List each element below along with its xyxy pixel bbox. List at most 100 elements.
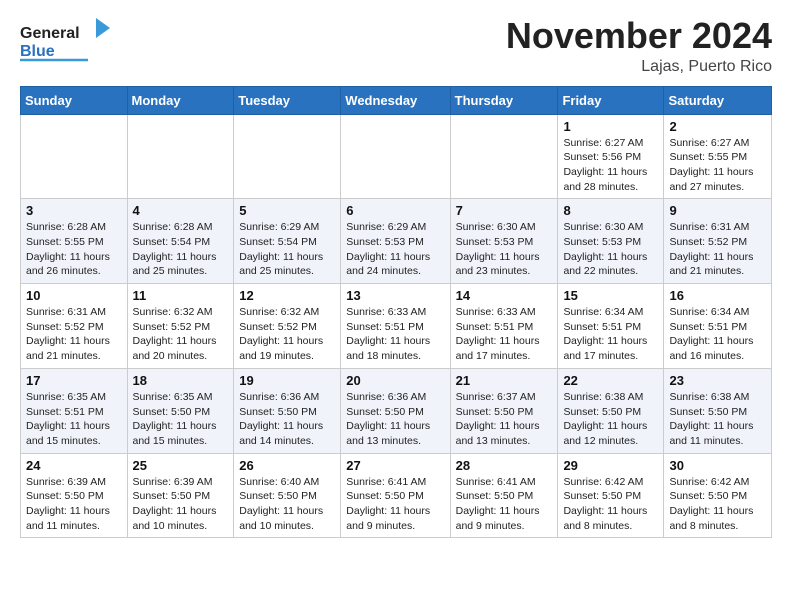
calendar-week-row: 17Sunrise: 6:35 AMSunset: 5:51 PMDayligh… [21,368,772,453]
calendar-cell: 19 Sunrise: 6:36 AMSunset: 5:50 PMDayligh… [234,368,341,453]
header: General Blue November 2024 Lajas, Puerto… [20,16,772,76]
day-info: Sunrise: 6:39 AMSunset: 5:50 PMDaylight:… [133,475,229,534]
calendar-cell: 25 Sunrise: 6:39 AMSunset: 5:50 PMDayligh… [127,453,234,538]
page: General Blue November 2024 Lajas, Puerto… [0,0,792,554]
day-info: Sunrise: 6:40 AMSunset: 5:50 PMDaylight:… [239,475,335,534]
day-info: Sunrise: 6:39 AMSunset: 5:50 PMDaylight:… [26,475,122,534]
calendar-cell: 17Sunrise: 6:35 AMSunset: 5:51 PMDayligh… [21,368,128,453]
day-number: 27 [346,458,444,473]
day-info: Sunrise: 6:42 AMSunset: 5:50 PMDaylight:… [669,475,766,534]
day-number: 30 [669,458,766,473]
day-info: Sunrise: 6:29 AMSunset: 5:54 PMDaylight:… [239,220,335,279]
day-info: Sunrise: 6:32 AMSunset: 5:52 PMDaylight:… [133,305,229,364]
day-number: 6 [346,203,444,218]
day-number: 29 [563,458,658,473]
calendar-cell: 7 Sunrise: 6:30 AMSunset: 5:53 PMDaylight… [450,199,558,284]
calendar-cell [341,114,450,199]
calendar-cell [127,114,234,199]
calendar-cell: 30 Sunrise: 6:42 AMSunset: 5:50 PMDayligh… [664,453,772,538]
weekday-header-row: SundayMondayTuesdayWednesdayThursdayFrid… [21,86,772,114]
weekday-header-thursday: Thursday [450,86,558,114]
weekday-header-sunday: Sunday [21,86,128,114]
day-info: Sunrise: 6:33 AMSunset: 5:51 PMDaylight:… [346,305,444,364]
calendar-cell: 1 Sunrise: 6:27 AMSunset: 5:56 PMDaylight… [558,114,664,199]
logo-svg: General Blue [20,16,110,64]
logo: General Blue [20,16,110,64]
day-number: 7 [456,203,553,218]
day-info: Sunrise: 6:35 AMSunset: 5:51 PMDaylight:… [26,390,122,449]
location: Lajas, Puerto Rico [506,58,772,76]
day-number: 3 [26,203,122,218]
calendar-cell: 20Sunrise: 6:36 AMSunset: 5:50 PMDayligh… [341,368,450,453]
calendar-cell: 23 Sunrise: 6:38 AMSunset: 5:50 PMDayligh… [664,368,772,453]
svg-text:General: General [20,25,80,42]
day-number: 1 [563,119,658,134]
calendar-cell: 22 Sunrise: 6:38 AMSunset: 5:50 PMDayligh… [558,368,664,453]
calendar-cell [21,114,128,199]
day-number: 18 [133,373,229,388]
calendar-cell: 28 Sunrise: 6:41 AMSunset: 5:50 PMDayligh… [450,453,558,538]
day-number: 2 [669,119,766,134]
day-info: Sunrise: 6:38 AMSunset: 5:50 PMDaylight:… [563,390,658,449]
month-title: November 2024 [506,16,772,56]
day-info: Sunrise: 6:36 AMSunset: 5:50 PMDaylight:… [239,390,335,449]
calendar-week-row: 24 Sunrise: 6:39 AMSunset: 5:50 PMDayligh… [21,453,772,538]
calendar-cell: 8Sunrise: 6:30 AMSunset: 5:53 PMDaylight… [558,199,664,284]
day-number: 21 [456,373,553,388]
day-info: Sunrise: 6:33 AMSunset: 5:51 PMDaylight:… [456,305,553,364]
day-info: Sunrise: 6:37 AMSunset: 5:50 PMDaylight:… [456,390,553,449]
day-info: Sunrise: 6:28 AMSunset: 5:55 PMDaylight:… [26,220,122,279]
calendar-cell [450,114,558,199]
calendar-cell: 14 Sunrise: 6:33 AMSunset: 5:51 PMDayligh… [450,284,558,369]
day-number: 20 [346,373,444,388]
day-info: Sunrise: 6:41 AMSunset: 5:50 PMDaylight:… [456,475,553,534]
day-number: 10 [26,288,122,303]
calendar-cell: 27Sunrise: 6:41 AMSunset: 5:50 PMDayligh… [341,453,450,538]
calendar-cell: 13Sunrise: 6:33 AMSunset: 5:51 PMDayligh… [341,284,450,369]
day-number: 19 [239,373,335,388]
calendar-cell: 9 Sunrise: 6:31 AMSunset: 5:52 PMDaylight… [664,199,772,284]
weekday-header-wednesday: Wednesday [341,86,450,114]
day-number: 4 [133,203,229,218]
calendar-cell: 15 Sunrise: 6:34 AMSunset: 5:51 PMDayligh… [558,284,664,369]
title-block: November 2024 Lajas, Puerto Rico [506,16,772,76]
weekday-header-saturday: Saturday [664,86,772,114]
day-number: 16 [669,288,766,303]
day-number: 23 [669,373,766,388]
day-info: Sunrise: 6:42 AMSunset: 5:50 PMDaylight:… [563,475,658,534]
day-info: Sunrise: 6:32 AMSunset: 5:52 PMDaylight:… [239,305,335,364]
calendar-cell: 12 Sunrise: 6:32 AMSunset: 5:52 PMDayligh… [234,284,341,369]
weekday-header-friday: Friday [558,86,664,114]
day-number: 14 [456,288,553,303]
calendar-cell [234,114,341,199]
day-info: Sunrise: 6:28 AMSunset: 5:54 PMDaylight:… [133,220,229,279]
weekday-header-monday: Monday [127,86,234,114]
day-info: Sunrise: 6:31 AMSunset: 5:52 PMDaylight:… [669,220,766,279]
calendar-cell: 16Sunrise: 6:34 AMSunset: 5:51 PMDayligh… [664,284,772,369]
calendar-cell: 29 Sunrise: 6:42 AMSunset: 5:50 PMDayligh… [558,453,664,538]
weekday-header-tuesday: Tuesday [234,86,341,114]
day-info: Sunrise: 6:34 AMSunset: 5:51 PMDaylight:… [563,305,658,364]
day-info: Sunrise: 6:27 AMSunset: 5:56 PMDaylight:… [563,136,658,195]
day-number: 22 [563,373,658,388]
day-number: 25 [133,458,229,473]
calendar-week-row: 3 Sunrise: 6:28 AMSunset: 5:55 PMDaylight… [21,199,772,284]
day-number: 12 [239,288,335,303]
calendar-cell: 24 Sunrise: 6:39 AMSunset: 5:50 PMDayligh… [21,453,128,538]
day-info: Sunrise: 6:27 AMSunset: 5:55 PMDaylight:… [669,136,766,195]
day-info: Sunrise: 6:35 AMSunset: 5:50 PMDaylight:… [133,390,229,449]
day-number: 28 [456,458,553,473]
calendar-week-row: 1 Sunrise: 6:27 AMSunset: 5:56 PMDaylight… [21,114,772,199]
day-info: Sunrise: 6:29 AMSunset: 5:53 PMDaylight:… [346,220,444,279]
calendar-cell: 10Sunrise: 6:31 AMSunset: 5:52 PMDayligh… [21,284,128,369]
day-info: Sunrise: 6:30 AMSunset: 5:53 PMDaylight:… [563,220,658,279]
day-info: Sunrise: 6:38 AMSunset: 5:50 PMDaylight:… [669,390,766,449]
day-number: 24 [26,458,122,473]
svg-text:Blue: Blue [20,43,55,60]
calendar-week-row: 10Sunrise: 6:31 AMSunset: 5:52 PMDayligh… [21,284,772,369]
day-number: 15 [563,288,658,303]
day-number: 9 [669,203,766,218]
calendar-cell: 2 Sunrise: 6:27 AMSunset: 5:55 PMDaylight… [664,114,772,199]
day-info: Sunrise: 6:30 AMSunset: 5:53 PMDaylight:… [456,220,553,279]
calendar-cell: 5Sunrise: 6:29 AMSunset: 5:54 PMDaylight… [234,199,341,284]
